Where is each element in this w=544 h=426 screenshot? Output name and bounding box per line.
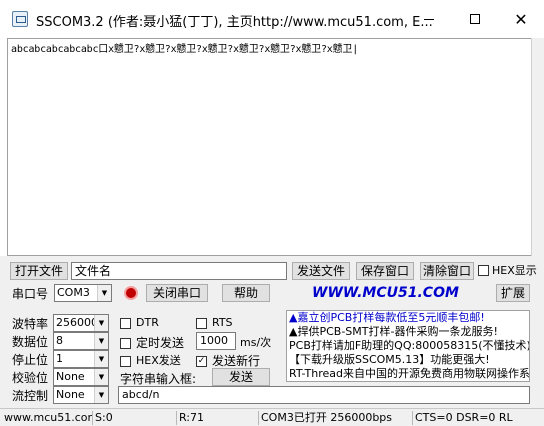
port-select[interactable]: COM3 ▼: [54, 284, 112, 302]
close-icon: ✕: [514, 9, 528, 29]
title-bar: SSCOM3.2 (作者:聂小猛(丁丁), 主页http://www.mcu51…: [0, 0, 544, 38]
chevron-down-icon: ▼: [94, 333, 108, 349]
rts-label: RTS: [212, 316, 233, 329]
stopbits-value: 1: [56, 352, 63, 365]
databits-label: 数据位: [12, 335, 49, 349]
flow-value: None: [56, 388, 85, 401]
chevron-down-icon: ▼: [94, 351, 108, 367]
close-port-button[interactable]: 关闭串口: [146, 284, 208, 302]
ad-line[interactable]: ▲捍供PCB-SMT打样-器件采购一条龙服务!: [289, 325, 527, 339]
expand-button[interactable]: 扩展: [496, 284, 530, 302]
hex-display-checkbox[interactable]: [478, 265, 489, 276]
interval-unit: ms/次: [240, 336, 272, 349]
interval-input[interactable]: 1000: [196, 332, 236, 350]
chevron-down-icon: ▼: [97, 285, 111, 301]
parity-select[interactable]: None ▼: [53, 368, 109, 386]
parity-label: 校验位: [12, 371, 49, 385]
receive-area[interactable]: abcabcabcabcabc口x戆卫?x戆卫?x戆卫?x戆卫?x戆卫?x戆卫?…: [7, 38, 531, 256]
string-input-label: 字符串输入框:: [120, 372, 197, 386]
ad-line[interactable]: PCB打样请加F助理的QQ:800058315(不懂技术): [289, 339, 529, 353]
ad-line[interactable]: 【下载升级版SSCOM5.13】功能更强大!: [289, 353, 527, 367]
send-newline-label: 发送新行: [212, 354, 261, 368]
stopbits-label: 停止位: [12, 353, 49, 367]
close-button[interactable]: ✕: [498, 0, 544, 38]
chevron-down-icon: ▼: [94, 369, 108, 385]
stopbits-select[interactable]: 1 ▼: [53, 350, 109, 368]
databits-select[interactable]: 8 ▼: [53, 332, 109, 350]
baud-select[interactable]: 256000 ▼: [53, 314, 109, 332]
minimize-button[interactable]: [406, 0, 452, 38]
ad-line[interactable]: ▲嘉立创PCB打样每款低至5元顺丰包邮!: [289, 311, 527, 325]
window-title: SSCOM3.2 (作者:聂小猛(丁丁), 主页http://www.mcu51…: [36, 15, 433, 30]
port-label: 串口号: [12, 287, 49, 301]
maximize-icon: [470, 14, 480, 24]
databits-value: 8: [56, 334, 63, 347]
flow-label: 流控制: [12, 389, 49, 403]
timed-send-checkbox[interactable]: [120, 338, 131, 349]
send-button[interactable]: 发送: [212, 368, 270, 386]
rts-checkbox[interactable]: [196, 318, 207, 329]
baud-value: 256000: [56, 316, 98, 329]
maximize-button[interactable]: [452, 0, 498, 38]
help-button[interactable]: 帮助: [222, 284, 270, 302]
port-value: COM3: [57, 286, 90, 299]
dtr-checkbox[interactable]: [120, 318, 131, 329]
send-newline-checkbox[interactable]: ✓: [196, 356, 207, 367]
minimize-icon: [424, 18, 434, 20]
receive-text: abcabcabcabcabc口x戆卫?x戆卫?x戆卫?x戆卫?x戆卫?x戆卫?…: [11, 44, 359, 55]
dtr-label: DTR: [136, 316, 159, 329]
open-file-button[interactable]: 打开文件: [10, 262, 68, 280]
status-bar: www.mcu51.cor S:0 R:71 COM3已打开 256000bps…: [0, 408, 544, 426]
clear-window-button[interactable]: 清除窗口: [420, 262, 474, 280]
port-status-icon: [124, 286, 138, 300]
ad-panel: ▲嘉立创PCB打样每款低至5元顺丰包邮! ▲捍供PCB-SMT打样-器件采购一条…: [286, 310, 530, 382]
chevron-down-icon: ▼: [94, 387, 108, 403]
hex-display-label: HEX显示: [492, 264, 537, 277]
send-file-button[interactable]: 发送文件: [292, 262, 350, 280]
receive-scrollbar[interactable]: [531, 38, 544, 256]
timed-send-label: 定时发送: [136, 336, 185, 350]
baud-label: 波特率: [12, 317, 49, 331]
parity-value: None: [56, 370, 85, 383]
send-input[interactable]: abcd/n: [118, 386, 530, 404]
site-link[interactable]: WWW.MCU51.COM: [312, 285, 459, 301]
chevron-down-icon: ▼: [94, 315, 108, 331]
status-port: COM3已打开 256000bps: [258, 411, 412, 425]
filename-field[interactable]: 文件名: [71, 262, 287, 280]
ad-line[interactable]: RT-Thread来自中国的开源免费商用物联网操作系统: [289, 367, 529, 381]
status-received: R:71: [176, 411, 258, 425]
save-window-button[interactable]: 保存窗口: [356, 262, 414, 280]
status-signals: CTS=0 DSR=0 RL: [412, 411, 544, 425]
hex-send-checkbox[interactable]: [120, 356, 131, 367]
app-icon: [12, 11, 28, 27]
hex-send-label: HEX发送: [136, 354, 181, 367]
flow-select[interactable]: None ▼: [53, 386, 109, 404]
status-site: www.mcu51.cor: [4, 411, 93, 424]
status-sent: S:0: [92, 411, 176, 425]
